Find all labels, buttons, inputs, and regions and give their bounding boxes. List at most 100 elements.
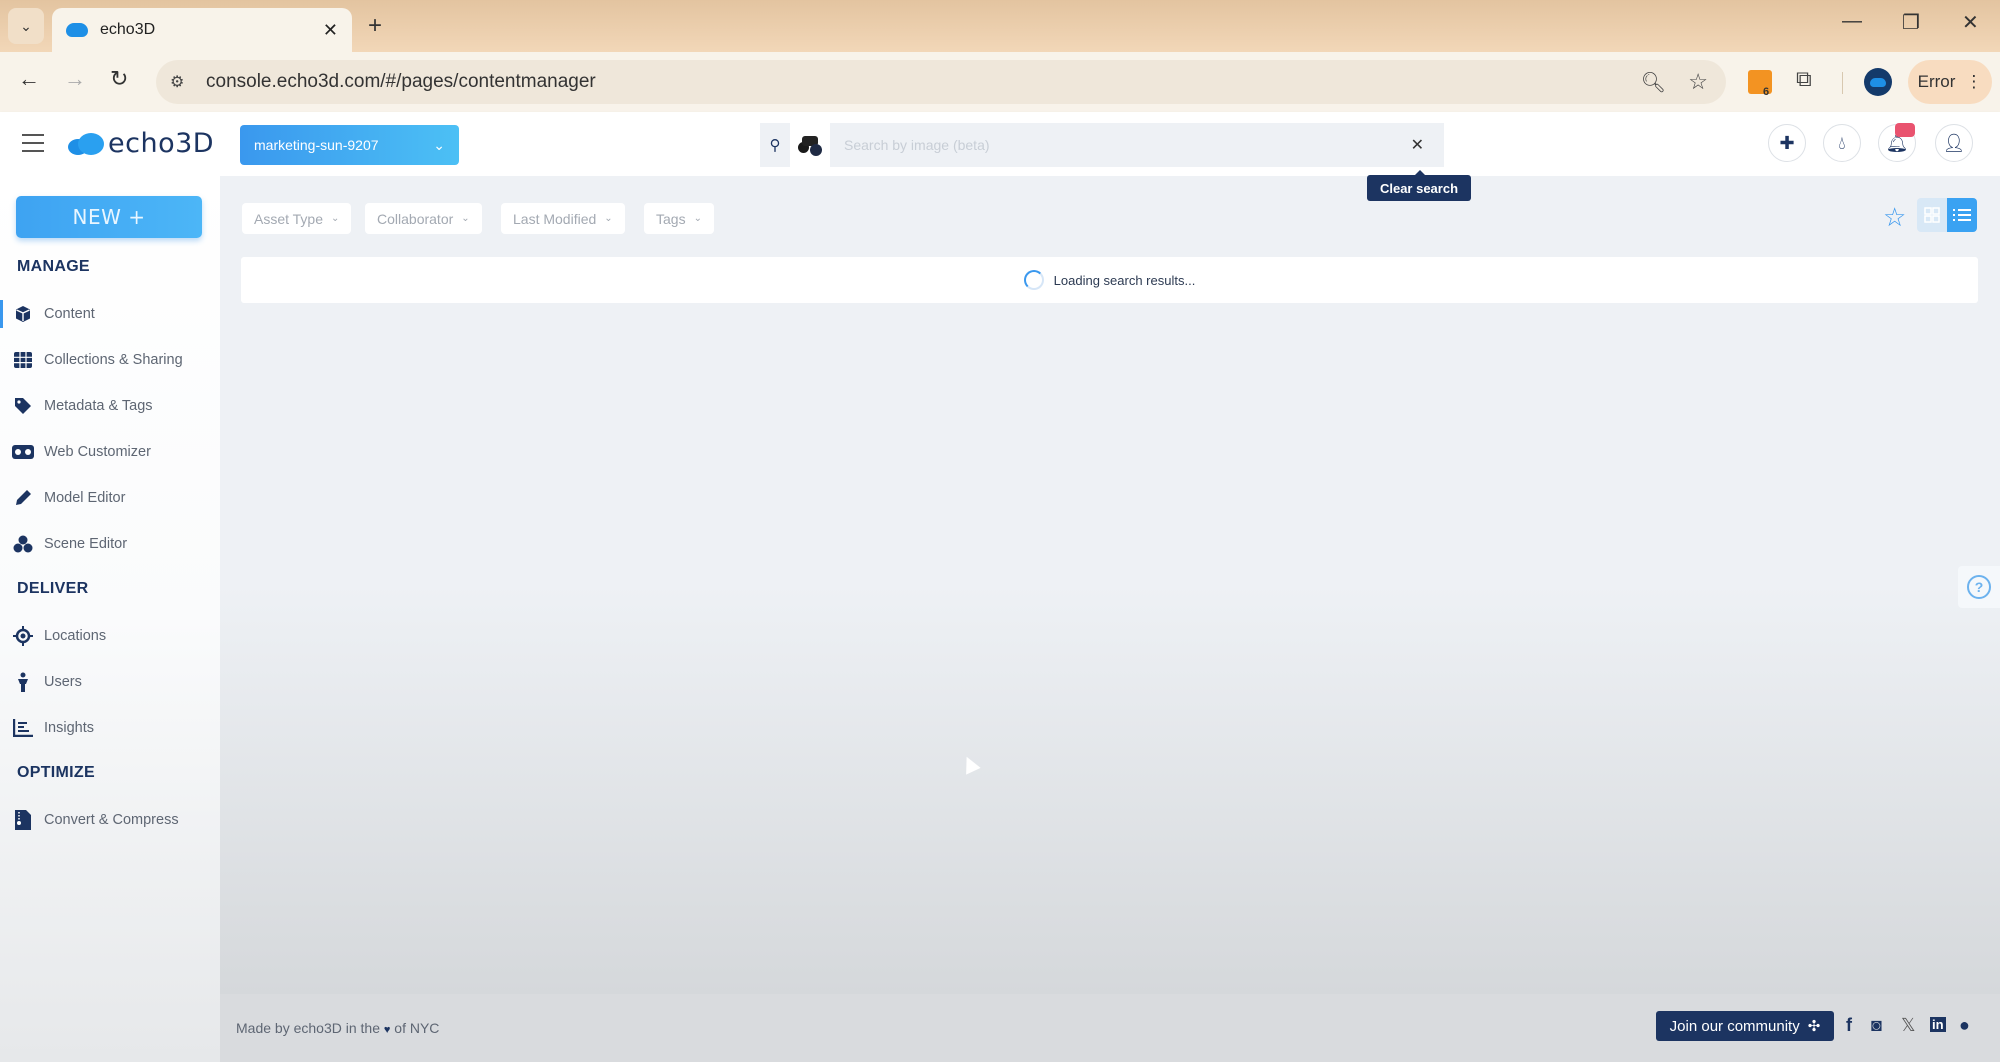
chevron-down-icon: ⌄ <box>604 213 613 224</box>
toolbar-divider <box>1842 72 1843 94</box>
loading-spinner-icon <box>1023 270 1044 290</box>
address-bar[interactable]: ⚙ console.echo3d.com/#/pages/contentmana… <box>156 60 1726 104</box>
footer: Made by echo3D in the ♥ of NYC Join our … <box>220 994 2000 1062</box>
x-twitter-icon[interactable]: 𝕏 <box>1901 1015 1916 1036</box>
chevron-down-icon: ⌄ <box>433 136 445 153</box>
forward-icon[interactable]: → <box>64 66 86 92</box>
app-header: echo3D marketing-sun-9207 ⌄ ⚲ ✕ ✚ 💧︎ 🔔︎ … <box>0 112 2000 176</box>
cubes-icon <box>12 533 34 555</box>
chevron-down-icon: ⌄ <box>20 17 32 34</box>
chevron-down-icon: ⌄ <box>461 213 470 224</box>
user-account-icon[interactable]: 👤︎ <box>1935 124 1973 162</box>
footer-credit: Made by echo3D in the ♥ of NYC <box>236 1020 440 1036</box>
filter-last-modified[interactable]: Last Modified ⌄ <box>501 203 625 234</box>
search-results-panel: Loading search results... <box>241 257 1978 303</box>
brand-name: echo3D <box>108 128 215 159</box>
puzzle-icon[interactable]: ✚ <box>1768 124 1806 162</box>
filter-asset-type[interactable]: Asset Type ⌄ <box>242 203 352 234</box>
section-optimize: OPTIMIZE <box>17 764 95 781</box>
favorites-star-icon[interactable]: ☆ <box>1883 202 1906 233</box>
facebook-icon[interactable]: f <box>1846 1015 1852 1036</box>
echo3d-logo[interactable]: echo3D <box>68 128 214 159</box>
kebab-menu-icon: ⋮ <box>1965 72 1983 91</box>
help-question-icon: ? <box>1967 575 1991 599</box>
sidebar-item-insights[interactable]: Insights <box>0 710 220 746</box>
search-input[interactable] <box>830 123 1444 167</box>
sidebar-item-collections[interactable]: Collections & Sharing <box>0 342 220 378</box>
window-close-icon[interactable]: ✕ <box>1962 10 1979 35</box>
chevron-down-icon: ⌄ <box>331 213 340 224</box>
sidebar-item-convert-compress[interactable]: Convert & Compress <box>0 802 220 838</box>
bookmark-star-icon[interactable]: ☆ <box>1688 69 1708 95</box>
section-manage: MANAGE <box>17 258 90 275</box>
tab-title: echo3D <box>100 21 156 38</box>
image-search: ⚲ ✕ <box>760 123 1444 167</box>
cloud-logo-icon <box>68 132 104 155</box>
hamburger-menu-icon[interactable] <box>22 134 44 152</box>
grid-icon <box>12 349 34 371</box>
sidebar-item-web-customizer[interactable]: Web Customizer <box>0 434 220 470</box>
browser-toolbar: ← → ↻ ⚙ console.echo3d.com/#/pages/conte… <box>0 52 2000 112</box>
view-mode-toggle <box>1917 198 1977 232</box>
site-settings-icon[interactable]: ⚙ <box>170 72 196 92</box>
loading-text: Loading search results... <box>1053 272 1196 288</box>
mouse-cursor-icon <box>959 753 981 775</box>
grid-view-icon <box>1924 207 1940 223</box>
sidebar-item-locations[interactable]: Locations <box>0 618 220 654</box>
close-tab-icon[interactable]: ✕ <box>323 20 338 41</box>
tab-list-button[interactable]: ⌄ <box>8 8 44 44</box>
profile-error-label: Error <box>1917 72 1956 91</box>
section-deliver: DELIVER <box>17 580 89 597</box>
new-tab-button[interactable]: + <box>368 12 382 40</box>
project-name: marketing-sun-9207 <box>254 137 379 153</box>
clear-search-tooltip: Clear search <box>1367 170 1471 201</box>
url-text[interactable]: console.echo3d.com/#/pages/contentmanage… <box>206 71 596 93</box>
grid-view-button[interactable] <box>1917 198 1947 232</box>
slack-icon: ✣ <box>1807 1018 1821 1035</box>
profile-avatar-icon[interactable] <box>1864 68 1892 96</box>
vr-headset-icon <box>12 441 34 463</box>
browser-tab-bar: ⌄ echo3D ✕ + — ❐ ✕ <box>0 0 2000 52</box>
extension-badge: 6 <box>1763 86 1770 98</box>
crosshair-icon <box>12 625 34 647</box>
list-view-icon <box>1953 209 1971 221</box>
clear-search-icon[interactable]: ✕ <box>1411 135 1424 155</box>
main-content: Asset Type ⌄ Collaborator ⌄ Last Modified ⌄… <box>220 176 2000 994</box>
reload-icon[interactable]: ↻ <box>110 66 128 92</box>
new-button[interactable]: NEW + <box>16 196 202 238</box>
project-select[interactable]: marketing-sun-9207 ⌄ <box>240 125 459 165</box>
github-icon[interactable]: ● <box>1959 1015 1970 1036</box>
echo3d-favicon-icon <box>66 23 88 37</box>
browser-tab[interactable]: echo3D ✕ <box>52 8 352 52</box>
search-image-thumbnail[interactable] <box>790 123 830 167</box>
extensions-puzzle-icon[interactable]: ⧉ <box>1796 66 1812 92</box>
sidebar: NEW + MANAGE Content Collections & Shari… <box>0 176 220 1062</box>
instagram-icon[interactable]: ◙ <box>1871 1015 1882 1036</box>
sidebar-item-model-editor[interactable]: Model Editor <box>0 480 220 516</box>
file-zip-icon <box>12 809 34 831</box>
zoom-out-icon[interactable]: 🔍︎ <box>1641 70 1666 95</box>
search-icon[interactable]: ⚲ <box>760 123 790 167</box>
join-community-button[interactable]: Join our community ✣ <box>1656 1011 1834 1041</box>
heart-icon: ♥ <box>383 1024 391 1036</box>
help-button[interactable]: ? <box>1958 566 2000 608</box>
filter-tags[interactable]: Tags ⌄ <box>644 203 714 234</box>
cube-icon <box>12 303 34 325</box>
sidebar-item-content[interactable]: Content <box>0 296 220 332</box>
chevron-down-icon: ⌄ <box>693 213 702 224</box>
list-view-button[interactable] <box>1947 198 1977 232</box>
back-icon[interactable]: ← <box>18 66 40 92</box>
water-drop-icon[interactable]: 💧︎ <box>1823 124 1861 162</box>
sidebar-item-scene-editor[interactable]: Scene Editor <box>0 526 220 562</box>
tag-icon <box>12 395 34 417</box>
sidebar-item-metadata[interactable]: Metadata & Tags <box>0 388 220 424</box>
minimize-icon[interactable]: — <box>1842 10 1862 33</box>
pencil-icon <box>12 487 34 509</box>
chart-icon <box>12 717 34 739</box>
filter-collaborator[interactable]: Collaborator ⌄ <box>365 203 482 234</box>
profile-error-button[interactable]: Error ⋮ <box>1908 60 1992 104</box>
restore-icon[interactable]: ❐ <box>1902 10 1920 35</box>
person-icon <box>12 671 34 693</box>
linkedin-icon[interactable]: in <box>1930 1017 1946 1032</box>
sidebar-item-users[interactable]: Users <box>0 664 220 700</box>
